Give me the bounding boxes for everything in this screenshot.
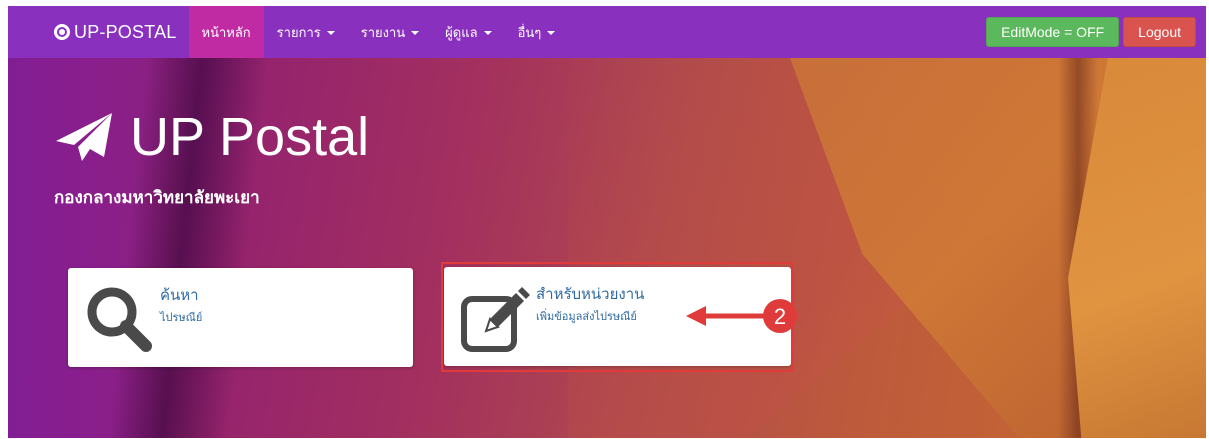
search-icon (87, 287, 152, 352)
nav-menu: หน้าหลัก รายการ รายงาน ผู้ดูแล อื่นๆ (188, 6, 569, 58)
annotation-arrow-icon: 2 (686, 299, 797, 333)
caret-down-icon (326, 31, 335, 35)
caret-down-icon (547, 31, 556, 35)
paper-plane-icon (56, 113, 112, 161)
hero-heading: UP Postal (54, 110, 369, 164)
nav-item-list[interactable]: รายการ (264, 6, 348, 58)
nav-item-label: หน้าหลัก (201, 25, 251, 41)
nav-actions: EditMode = OFF Logout (986, 17, 1196, 47)
annotation-number: 2 (774, 304, 786, 329)
nav-item-admin[interactable]: ผู้ดูแล (432, 6, 504, 58)
card-subtitle: ไปรษณีย์ (160, 311, 203, 324)
nav-item-home[interactable]: หน้าหลัก (188, 6, 264, 58)
edit-icon (461, 287, 530, 352)
caret-down-icon (411, 31, 420, 35)
brand-name: UP-POSTAL (74, 21, 177, 42)
nav-item-other[interactable]: อื่นๆ (505, 6, 569, 58)
caret-down-icon (483, 31, 492, 35)
logout-button[interactable]: Logout (1123, 17, 1196, 47)
edit-mode-button[interactable]: EditMode = OFF (986, 17, 1120, 47)
top-navbar: UP-POSTAL หน้าหลัก รายการ รายงาน ผู้ดูแล… (8, 6, 1206, 58)
nav-item-label: รายการ (276, 25, 321, 41)
brand-logo[interactable]: UP-POSTAL (54, 22, 177, 43)
nav-item-label: ผู้ดูแล (445, 25, 478, 41)
nav-item-report[interactable]: รายงาน (348, 6, 432, 58)
nav-item-label: อื่นๆ (517, 25, 542, 41)
hero-subtitle: กองกลางมหาวิทยาลัยพะเยา (54, 188, 260, 208)
card-subtitle: เพิ่มข้อมูลส่งไปรษณีย์ (536, 310, 637, 323)
target-circle-icon (54, 24, 70, 40)
nav-item-label: รายงาน (360, 25, 406, 41)
search-card[interactable]: ค้นหา ไปรษณีย์ (68, 268, 413, 367)
card-title: ค้นหา (160, 286, 199, 304)
hero-title: UP Postal (130, 107, 370, 167)
card-title: สำหรับหน่วยงาน (536, 285, 645, 303)
app-frame: UP-POSTAL หน้าหลัก รายการ รายงาน ผู้ดูแล… (8, 6, 1206, 438)
